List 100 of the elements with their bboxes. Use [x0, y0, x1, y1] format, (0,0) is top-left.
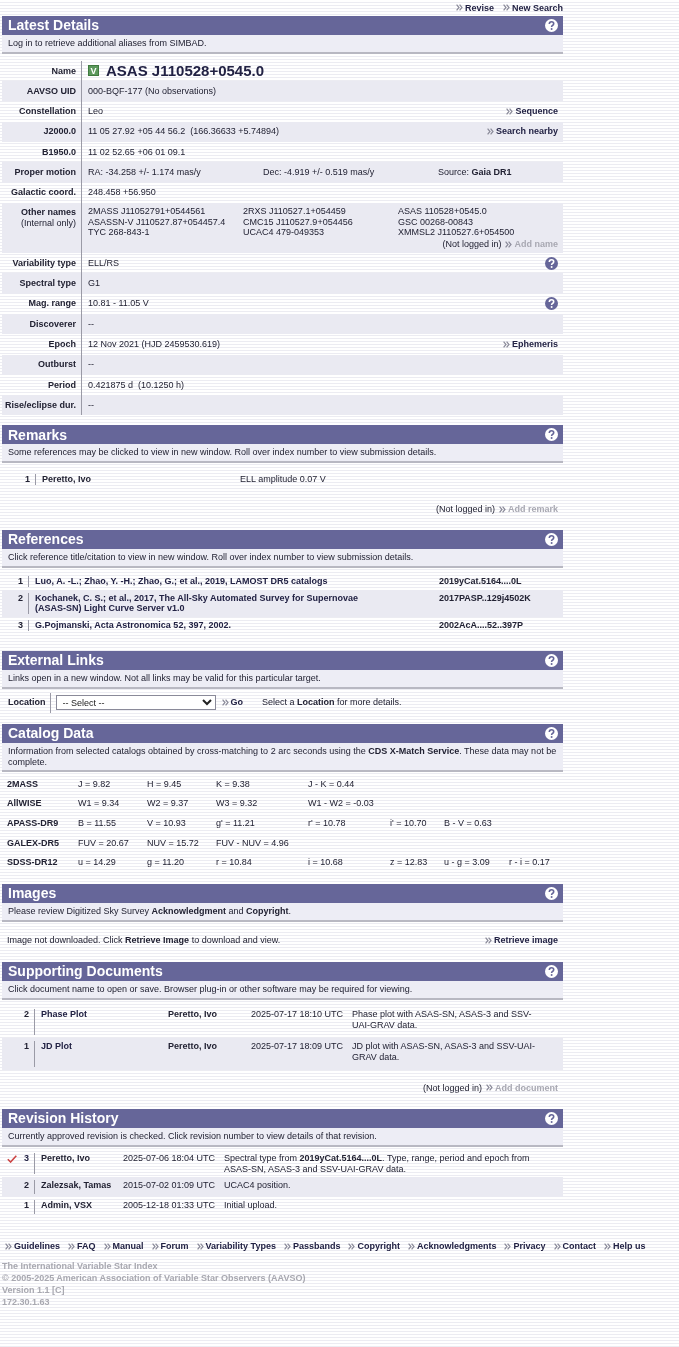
reference-link[interactable]: G.Pojmanski, Acta Astronomica 52, 397, 2002. — [29, 620, 433, 631]
document-link[interactable]: JD Plot — [35, 1040, 162, 1052]
catalog-value: B = 11.55 — [78, 818, 118, 829]
field-label: Rise/eclipse dur. — [4, 399, 76, 411]
catalog-name: AllWISE — [7, 798, 43, 810]
variable-badge: V — [88, 65, 99, 77]
double-chevron-icon — [103, 1243, 111, 1251]
link[interactable]: Revise — [455, 2, 494, 14]
help-icon[interactable] — [545, 887, 558, 901]
field-label: Outburst — [38, 359, 76, 371]
link[interactable]: Go — [221, 697, 243, 709]
alias-name: 2MASS J11052791+0544561 — [88, 205, 207, 217]
link[interactable]: Manual — [103, 1241, 144, 1253]
double-chevron-icon — [502, 340, 510, 348]
field-value: 12 Nov 2021 (HJD 2459530.619) — [88, 339, 221, 350]
reference-link[interactable]: Luo, A. -L.; Zhao, Y. -H.; Zhao, G.; et al., 2019, LAMOST DR5 catalogs — [29, 575, 433, 587]
link[interactable]: Ephemeris — [502, 339, 558, 350]
help-icon[interactable] — [545, 654, 558, 667]
catalog-value: i' = 10.70 — [390, 818, 428, 829]
revision-number[interactable]: 3 — [24, 1152, 29, 1164]
index-number[interactable]: 3 — [2, 620, 29, 631]
section-title: References — [8, 531, 84, 548]
link[interactable]: Acknowledgments — [407, 1241, 497, 1253]
double-chevron-icon — [221, 699, 229, 707]
double-chevron-icon — [5, 1243, 12, 1251]
author-name: Peretto, Ivo — [41, 474, 92, 486]
help-icon[interactable] — [545, 256, 558, 270]
index-number[interactable]: 1 — [2, 1040, 35, 1067]
catalog-value: W2 = 9.37 — [147, 798, 190, 810]
catalog-value: u = 14.29 — [78, 857, 117, 868]
location-select[interactable]: -- Select -- — [55, 695, 216, 711]
double-chevron-icon — [504, 1243, 512, 1251]
index-number[interactable]: 1 — [2, 474, 36, 486]
field-value: Dec: -4.919 +/- 0.519 mas/y — [263, 167, 376, 178]
catalog-value: J - K = 0.44 — [308, 778, 356, 790]
author-name: Admin, VSX — [40, 1200, 93, 1212]
field-value: -- — [88, 399, 94, 411]
catalog-name: SDSS-DR12 — [7, 857, 59, 868]
link[interactable]: New Search — [502, 2, 563, 14]
catalog-value: z = 12.83 — [390, 857, 429, 868]
field-label: B1950.0 — [41, 146, 76, 158]
section-title: Catalog Data — [8, 724, 94, 742]
link[interactable]: Search nearby — [486, 126, 558, 138]
link[interactable]: Contact — [553, 1241, 596, 1253]
field-label: Period — [48, 379, 76, 391]
field-value: 10.81 - 11.05 V — [88, 298, 149, 310]
double-chevron-icon — [498, 505, 506, 513]
link[interactable]: Privacy — [504, 1241, 546, 1253]
field-label: Proper motion — [14, 167, 76, 178]
field-value: 0.421875 d (10.1250 h) — [88, 379, 185, 391]
help-icon[interactable] — [545, 533, 558, 547]
double-chevron-icon — [502, 4, 510, 12]
field-value: Source: Gaia DR1 — [438, 167, 512, 178]
description-text: Spectral type from 2019yCat.5164....0L. Type, range, period and epoch from ASAS-SN, ASAS-3 and SSV-UAI-GRAV data. — [223, 1152, 531, 1175]
date-text: 2025-07-17 18:09 UTC — [250, 1040, 345, 1052]
link[interactable]: Help us — [604, 1241, 646, 1253]
alias-name: GSC 00268-00843 — [398, 216, 475, 228]
help-icon[interactable] — [545, 297, 558, 311]
hint-text: Select a Location for more details. — [262, 697, 402, 709]
link[interactable]: FAQ — [68, 1241, 96, 1253]
help-icon[interactable] — [545, 726, 558, 740]
index-number[interactable]: 2 — [2, 1008, 35, 1035]
index-number[interactable]: 1 — [2, 575, 29, 587]
catalog-value: g = 11.20 — [147, 857, 186, 868]
catalog-value: W1 - W2 = -0.03 — [308, 798, 375, 810]
author-name: Zalezsak, Tamas — [40, 1180, 113, 1192]
double-chevron-icon — [283, 1243, 291, 1251]
link[interactable]: Guidelines — [5, 1241, 60, 1253]
field-label: Location — [2, 692, 51, 713]
field-value: 11 02 52.65 +06 01 09.1 — [88, 146, 186, 158]
link[interactable]: Variability Types — [196, 1241, 276, 1253]
catalog-value: r - i = 0.17 — [509, 857, 551, 868]
catalog-value: FUV - NUV = 4.96 — [216, 837, 290, 849]
bibcode: 2002AcA....52..397P — [438, 620, 525, 631]
catalog-name: GALEX-DR5 — [7, 837, 60, 849]
help-icon[interactable] — [545, 19, 558, 32]
link[interactable]: Forum — [151, 1241, 189, 1253]
help-icon[interactable] — [545, 428, 558, 442]
index-number[interactable]: 2 — [2, 592, 29, 615]
author-name: Peretto, Ivo — [40, 1152, 91, 1164]
catalog-value: V = 10.93 — [147, 818, 187, 829]
alias-name: TYC 268-843-1 — [88, 227, 151, 239]
link[interactable]: Sequence — [506, 106, 558, 117]
field-value: -- — [88, 318, 94, 330]
field-label: J2000.0 — [43, 126, 76, 138]
link[interactable]: Retrieve image — [484, 934, 558, 946]
alias-name: ASASSN-V J110527.87+054457.4 — [88, 216, 227, 228]
link[interactable]: Passbands — [283, 1241, 341, 1253]
star-name: ASAS J110528+0545.0 — [106, 61, 265, 80]
revision-number[interactable]: 1 — [24, 1200, 29, 1212]
document-link[interactable]: Phase Plot — [35, 1008, 162, 1020]
link[interactable]: Copyright — [348, 1241, 400, 1253]
catalog-value: u - g = 3.09 — [444, 857, 491, 868]
revision-number[interactable]: 2 — [24, 1180, 29, 1192]
help-icon[interactable] — [545, 965, 558, 979]
help-icon[interactable] — [545, 1111, 558, 1125]
field-label: Spectral type — [19, 278, 76, 289]
reference-link[interactable]: Kochanek, C. S.; et al., 2017, The All-Sky Automated Survey for Supernovae (ASAS-SN) Light Curve Server v1.0 — [29, 592, 433, 615]
field-label: Name — [51, 65, 76, 77]
field-label: Mag. range — [28, 298, 76, 310]
